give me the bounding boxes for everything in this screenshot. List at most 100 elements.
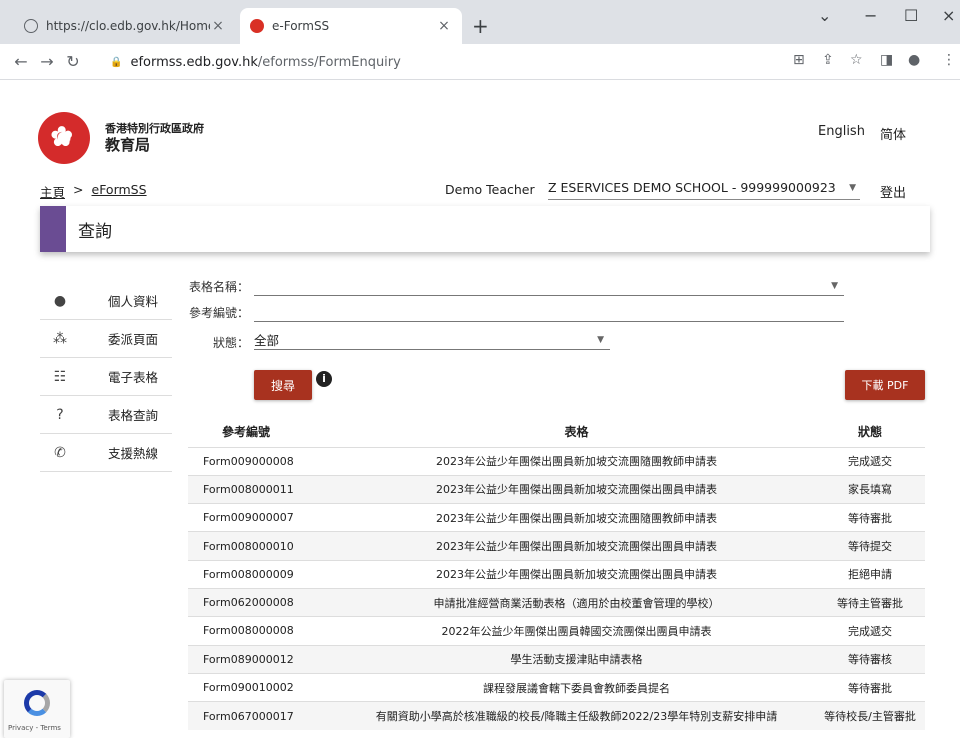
cell-ref: Form008000010 (188, 531, 338, 561)
back-button[interactable]: ← (8, 52, 34, 71)
list-icon: ☷ (53, 368, 67, 385)
cell-status: 等待審批 (815, 503, 925, 532)
sidebar-icon[interactable]: ◨ (880, 52, 893, 68)
cell-status: 完成遞交 (815, 616, 925, 646)
page-header: 查詢 (40, 206, 930, 252)
sidebar-item-hotline[interactable]: ✆ 支援熱線 (40, 434, 172, 472)
cell-status: 等待提交 (815, 531, 925, 561)
status-select[interactable]: 全部 ▼ (254, 330, 610, 350)
cell-ref: Form089000012 (188, 644, 338, 674)
table-row[interactable]: Form090010002 課程發展議會轄下委員會教師委員提名 等待審批 (188, 672, 925, 702)
sidebar-item-enquiry[interactable]: ? 表格查詢 (40, 396, 172, 434)
new-tab-button[interactable]: + (472, 14, 489, 38)
table-row[interactable]: Form089000012 學生活動支援津貼申請表格 等待審核 (188, 644, 925, 674)
breadcrumb-home-link[interactable]: 主頁 (40, 182, 65, 201)
cell-form: 有關資助小學高於核准職級的校長/降職主任級教師2022/23學年特別支薪安排申請 (338, 701, 815, 730)
table-row[interactable]: Form067000017 有關資助小學高於核准職級的校長/降職主任級教師2022… (188, 701, 925, 730)
info-icon[interactable]: i (316, 371, 332, 387)
cell-ref: Form067000017 (188, 701, 338, 730)
lock-icon: 🔒 (110, 56, 123, 68)
school-select-value: Z ESERVICES DEMO SCHOOL - 999999000923 (548, 180, 836, 195)
form-name-select[interactable]: ▼ (254, 276, 844, 296)
cell-form: 2023年公益少年團傑出團員新加坡交流團傑出團員申請表 (338, 531, 815, 561)
close-icon[interactable]: × (210, 18, 226, 34)
ref-number-label: 參考編號： (189, 306, 250, 320)
close-icon[interactable]: × (436, 18, 452, 34)
table-header-row: 參考編號 表格 狀態 (188, 417, 925, 447)
cell-form: 2023年公益少年團傑出團員新加坡交流團傑出團員申請表 (338, 474, 815, 504)
star-icon[interactable]: ☆ (850, 52, 863, 68)
menu-icon[interactable]: ⋮ (942, 52, 956, 68)
hk-emblem-icon (250, 19, 264, 33)
cell-ref: Form090010002 (188, 672, 338, 702)
status-label: 狀態： (213, 336, 250, 350)
breadcrumb: 主頁 > eFormSS (40, 182, 147, 201)
table-row[interactable]: Form008000011 2023年公益少年團傑出團員新加坡交流團傑出團員申請表… (188, 474, 925, 504)
column-header-status: 狀態 (857, 425, 882, 440)
table-row[interactable]: Form009000007 2023年公益少年團傑出團員新加坡交流團隨團教師申請表… (188, 503, 925, 532)
cell-form: 2023年公益少年團傑出團員新加坡交流團隨團教師申請表 (338, 446, 815, 476)
school-select[interactable]: Z ESERVICES DEMO SCHOOL - 999999000923 ▼ (548, 176, 860, 200)
table-row[interactable]: Form008000010 2023年公益少年團傑出團員新加坡交流團傑出團員申請表… (188, 531, 925, 561)
recaptcha-badge[interactable]: Privacy - Terms (4, 680, 70, 738)
language-simplified-link[interactable]: 简体 (880, 124, 906, 143)
forward-button[interactable]: → (34, 52, 60, 71)
cell-form: 2022年公益少年團傑出團員韓國交流團傑出團員申請表 (338, 616, 815, 646)
sidebar-item-profile[interactable]: ● 個人資料 (40, 282, 172, 320)
sidebar-item-delegate[interactable]: ⁂ 委派頁面 (40, 320, 172, 358)
page-title: 查詢 (78, 221, 112, 242)
column-header-ref: 參考編號 (222, 425, 271, 440)
profile-icon[interactable]: ● (908, 52, 920, 68)
hksar-emblem-logo[interactable] (38, 112, 90, 164)
table-row[interactable]: Form009000008 2023年公益少年團傑出團員新加坡交流團隨團教師申請表… (188, 446, 925, 476)
url-path: /eformss/FormEnquiry (257, 54, 401, 70)
cell-ref: Form008000008 (188, 616, 338, 646)
share-icon[interactable]: ⇪ (822, 52, 834, 68)
cell-status: 完成遞交 (815, 446, 925, 476)
table-row[interactable]: Form062000008 申請批准經營商業活動表格（適用於由校董會管理的學校）等… (188, 587, 925, 617)
status-select-value: 全部 (254, 333, 280, 348)
group-icon: ⁂ (53, 330, 67, 347)
recaptcha-terms-link[interactable]: Privacy - Terms (8, 724, 61, 732)
logout-link[interactable]: 登出 (880, 182, 906, 201)
breadcrumb-separator: > (73, 182, 84, 197)
chevron-down-icon: ▼ (849, 182, 856, 193)
language-english-link[interactable]: English (818, 124, 865, 139)
cell-ref: Form008000011 (188, 474, 338, 504)
minimize-button[interactable]: − (864, 6, 877, 25)
recaptcha-icon (24, 690, 50, 716)
cell-form: 學生活動支援津貼申請表格 (338, 644, 815, 674)
cell-status: 等待主管審批 (815, 587, 925, 617)
tab-search-icon[interactable]: ⌄ (818, 6, 831, 25)
reload-button[interactable]: ↻ (60, 52, 86, 71)
browser-tab-bar: https://clo.edb.gov.hk/Home/I × e-FormSS… (0, 0, 960, 44)
maximize-button[interactable]: ☐ (904, 6, 918, 25)
person-icon: ● (53, 292, 67, 309)
browser-tab-clo[interactable]: https://clo.edb.gov.hk/Home/I × (14, 8, 236, 44)
user-name: Demo Teacher (445, 182, 535, 197)
sidebar-item-label: 支援熱線 (108, 446, 159, 461)
table-row[interactable]: Form008000009 2023年公益少年團傑出團員新加坡交流團傑出團員申請表… (188, 559, 925, 589)
window-close-button[interactable]: × (942, 6, 955, 25)
cell-status: 等待審批 (815, 672, 925, 702)
address-bar[interactable]: 🔒 eformss.edb.gov.hk/eformss/FormEnquiry (110, 51, 401, 73)
download-pdf-button[interactable]: 下載 PDF (845, 370, 925, 400)
cell-status: 等待審核 (815, 644, 925, 674)
ref-number-input[interactable] (254, 302, 844, 322)
form-name-label: 表格名稱： (189, 280, 250, 294)
breadcrumb-eformss-link[interactable]: eFormSS (92, 182, 147, 201)
page-header-accent (40, 206, 66, 252)
cell-form: 2023年公益少年團傑出團員新加坡交流團隨團教師申請表 (338, 503, 815, 532)
browser-tab-eformss[interactable]: e-FormSS × (240, 8, 462, 44)
cell-status: 家長填寫 (815, 474, 925, 504)
org-name-line2: 教育局 (105, 136, 151, 154)
help-icon: ? (56, 406, 64, 423)
translate-icon[interactable]: ⊞ (793, 52, 805, 68)
cell-ref: Form009000008 (188, 446, 338, 476)
search-button[interactable]: 搜尋 (254, 370, 312, 400)
url-host: eformss.edb.gov.hk (130, 54, 258, 70)
table-row[interactable]: Form008000008 2022年公益少年團傑出團員韓國交流團傑出團員申請表完… (188, 616, 925, 646)
cell-form: 2023年公益少年團傑出團員新加坡交流團傑出團員申請表 (338, 559, 815, 589)
sidebar-item-label: 電子表格 (108, 370, 159, 385)
sidebar-item-eforms[interactable]: ☷ 電子表格 (40, 358, 172, 396)
